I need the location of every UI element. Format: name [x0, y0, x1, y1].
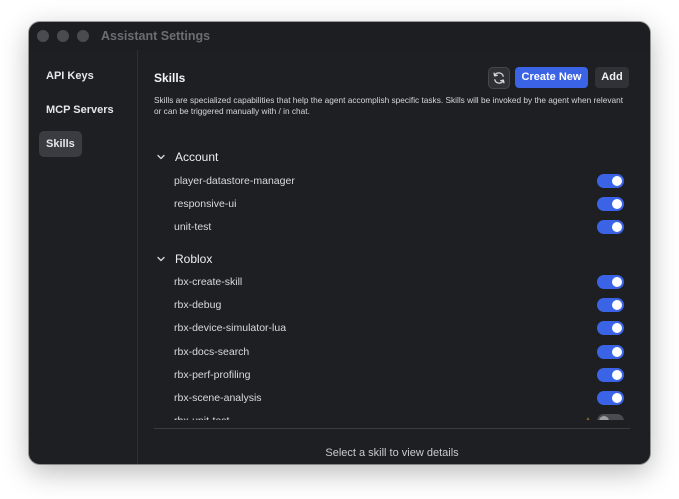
skill-row[interactable]: rbx-debug [174, 296, 630, 314]
sidebar-item-api-keys[interactable]: API Keys [39, 63, 101, 89]
toggle-knob [599, 416, 609, 420]
skill-toggle[interactable] [597, 174, 624, 188]
skill-name: rbx-docs-search [174, 346, 250, 358]
minimize-window-button[interactable] [57, 30, 69, 42]
chevron-down-icon [157, 154, 165, 160]
skill-toggle[interactable] [597, 321, 624, 335]
toggle-knob [612, 323, 622, 333]
add-button[interactable]: Add [595, 67, 629, 88]
toggle-knob [612, 300, 622, 310]
toggle-knob [612, 277, 622, 287]
chevron-down-icon [157, 256, 165, 262]
toggle-knob [612, 199, 622, 209]
group-label: Account [175, 150, 219, 164]
skills-description: Skills are specialized capabilities that… [154, 95, 624, 116]
skill-row[interactable]: rbx-unit-test ⚠ [174, 412, 630, 420]
skill-name: rbx-device-simulator-lua [174, 322, 287, 334]
skill-toggle[interactable] [597, 298, 624, 312]
skill-row[interactable]: rbx-device-simulator-lua [174, 319, 630, 337]
skill-row[interactable]: unit-test [174, 218, 630, 236]
sidebar: API Keys MCP Servers Skills [29, 50, 138, 464]
warning-icon: ⚠ [584, 416, 592, 421]
sidebar-item-skills[interactable]: Skills [39, 131, 82, 157]
skill-row[interactable]: player-datastore-manager [174, 172, 630, 190]
refresh-icon [493, 72, 505, 84]
group-header-roblox[interactable]: Roblox [154, 250, 212, 268]
skill-row[interactable]: rbx-scene-analysis [174, 389, 630, 407]
refresh-button[interactable] [488, 67, 510, 89]
skill-row[interactable]: responsive-ui [174, 195, 630, 213]
details-placeholder: Select a skill to view details [325, 447, 459, 459]
toggle-knob [612, 176, 622, 186]
skills-panel: Skills Create New Add Skills are special… [138, 50, 650, 464]
group-header-account[interactable]: Account [154, 148, 218, 166]
skills-list[interactable]: Account player-datastore-manager respons… [154, 147, 630, 420]
skill-toggle[interactable] [597, 391, 624, 405]
skill-toggle[interactable] [597, 197, 624, 211]
sidebar-item-mcp-servers[interactable]: MCP Servers [39, 97, 121, 123]
skill-name: rbx-perf-profiling [174, 369, 251, 381]
divider [154, 428, 630, 429]
settings-window: Assistant Settings API Keys MCP Servers … [29, 22, 650, 464]
create-new-button[interactable]: Create New [515, 67, 588, 88]
page-title: Skills [154, 71, 186, 85]
toggle-knob [612, 393, 622, 403]
skill-toggle[interactable] [597, 368, 624, 382]
skill-name: unit-test [174, 221, 212, 233]
group-label: Roblox [175, 252, 213, 266]
skill-row[interactable]: rbx-docs-search [174, 343, 630, 361]
skill-toggle[interactable] [597, 220, 624, 234]
toggle-knob [612, 370, 622, 380]
skill-name: rbx-create-skill [174, 276, 243, 288]
skill-row[interactable]: rbx-create-skill [174, 273, 630, 291]
skill-name: rbx-unit-test [174, 415, 229, 420]
title-bar: Assistant Settings [29, 22, 650, 50]
skill-toggle[interactable] [597, 345, 624, 359]
toggle-knob [612, 222, 622, 232]
skill-name: responsive-ui [174, 198, 237, 210]
skill-name: rbx-debug [174, 299, 222, 311]
skill-toggle[interactable] [597, 275, 624, 289]
window-title: Assistant Settings [101, 29, 211, 43]
close-window-button[interactable] [37, 30, 49, 42]
toggle-knob [612, 347, 622, 357]
skill-row[interactable]: rbx-perf-profiling [174, 366, 630, 384]
skill-name: rbx-scene-analysis [174, 392, 262, 404]
skill-name: player-datastore-manager [174, 175, 295, 187]
skill-toggle[interactable] [597, 414, 624, 420]
zoom-window-button[interactable] [77, 30, 89, 42]
